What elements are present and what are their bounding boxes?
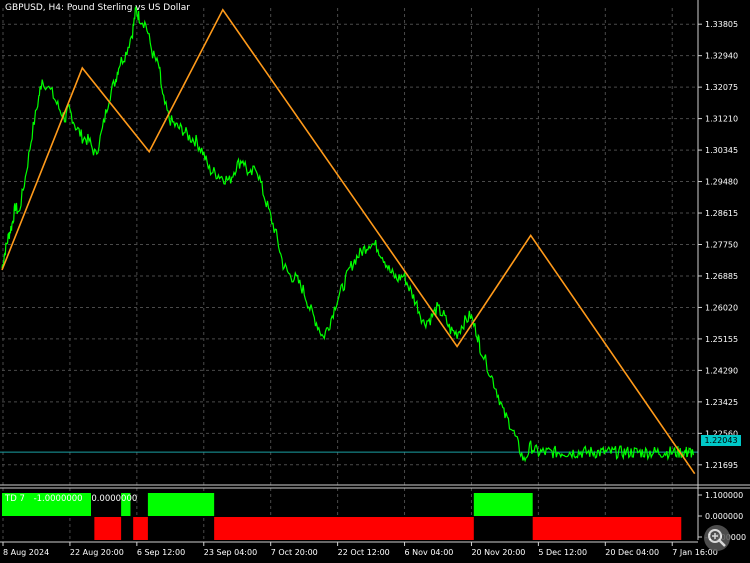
zoom-glyph [708, 529, 726, 547]
y-tick-label: 1.21695 [705, 461, 738, 470]
y-tick-label: 1.25155 [705, 335, 738, 344]
y-tick-label: 1.32940 [705, 52, 738, 61]
current-price-tag: 1.22043 [701, 435, 741, 446]
indicator-bar-down [133, 517, 148, 540]
y-tick-label: 1.30345 [705, 146, 738, 155]
y-tick-label: 1.32075 [705, 83, 738, 92]
zoom-icon[interactable] [704, 525, 730, 551]
y-tick-label: 1.26885 [705, 272, 738, 281]
indicator-bar-up [147, 493, 215, 516]
x-tick-label: 23 Sep 04:00 [204, 548, 257, 557]
indicator-tick-label: 1.100000 [705, 491, 743, 500]
y-tick-label: 1.33805 [705, 20, 738, 29]
chart-title: GBPUSD, H4: Pound Sterling vs US Dollar [5, 3, 190, 13]
y-tick-label: 1.28615 [705, 209, 738, 218]
x-tick-label: 22 Oct 12:00 [338, 548, 390, 557]
x-tick-label: 20 Dec 04:00 [605, 548, 659, 557]
indicator-bar-down [214, 517, 474, 540]
x-tick-label: 22 Aug 20:00 [70, 548, 124, 557]
indicator-tick-label: 0.000000 [705, 512, 743, 521]
x-tick-label: 6 Sep 12:00 [137, 548, 185, 557]
indicator-bar-down [532, 517, 682, 540]
y-tick-label: 1.31210 [705, 115, 738, 124]
y-tick-label: 1.23425 [705, 398, 738, 407]
y-tick-label: 1.29480 [705, 178, 738, 187]
indicator-bar-down [94, 517, 122, 540]
x-tick-label: 8 Aug 2024 [3, 548, 49, 557]
y-tick-label: 1.24290 [705, 366, 738, 375]
x-tick-label: 20 Nov 20:00 [471, 548, 525, 557]
x-tick-label: 6 Nov 04:00 [405, 548, 454, 557]
x-tick-label: 5 Dec 12:00 [538, 548, 587, 557]
indicator-value2: 0.0000000 [91, 494, 138, 504]
y-tick-label: 1.26020 [705, 303, 738, 312]
indicator-label: TD 7 -1.0000000 0.0000000 [5, 494, 143, 504]
indicator-value1: -1.0000000 [33, 494, 83, 504]
x-tick-label: 7 Oct 20:00 [271, 548, 318, 557]
chart-canvas: 1.33805 1.32940 1.32075 1.31210 1.30345 1.294… [0, 0, 750, 563]
indicator-bar-up [473, 493, 533, 516]
y-tick-label: 1.27750 [705, 241, 738, 250]
indicator-name: TD 7 [5, 494, 25, 504]
